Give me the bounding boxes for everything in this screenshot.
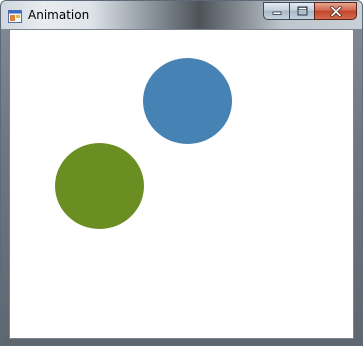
minimize-button[interactable] — [263, 2, 289, 20]
app-window: Animation — [0, 0, 363, 346]
close-button[interactable] — [314, 2, 357, 20]
green-circle — [55, 143, 144, 229]
blue-circle — [143, 58, 232, 144]
close-icon — [329, 5, 342, 17]
caption-buttons — [263, 2, 357, 21]
maximize-icon — [297, 6, 307, 16]
maximize-button[interactable] — [289, 2, 314, 20]
animation-canvas[interactable] — [9, 29, 354, 339]
minimize-icon — [272, 11, 281, 15]
title-bar[interactable]: Animation — [1, 1, 362, 29]
window-title: Animation — [28, 8, 90, 22]
application-icon[interactable] — [8, 8, 22, 23]
